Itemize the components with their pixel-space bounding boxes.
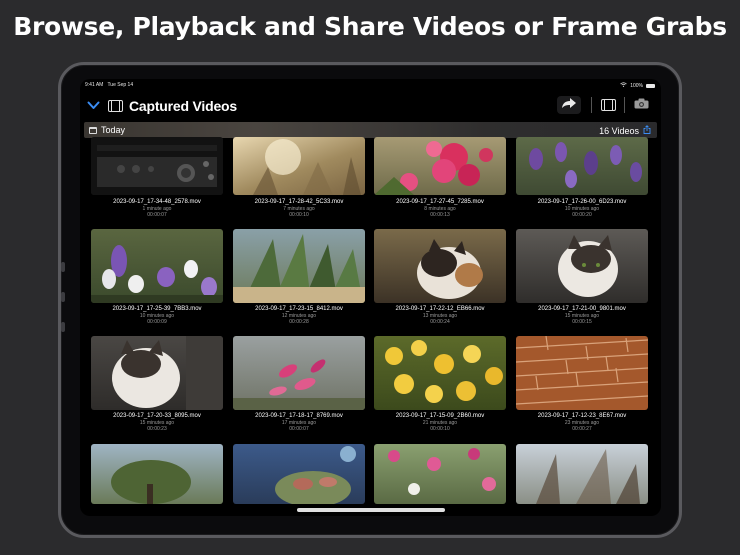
- app-screen: 9:41 AM Tue Sep 14 100% Captured Videos: [80, 79, 661, 516]
- video-filename: 2023-09-17_17-21-00_9801.mov: [538, 306, 626, 312]
- share-forward-icon: [561, 96, 577, 114]
- section-label: Today: [101, 125, 126, 135]
- video-thumbnail[interactable]: [233, 137, 365, 195]
- video-filename: 2023-09-17_17-18-17_8769.mov: [255, 413, 343, 419]
- video-thumbnail[interactable]: [516, 229, 648, 303]
- share-icon[interactable]: [643, 125, 651, 136]
- frame-grab-button[interactable]: [629, 96, 653, 114]
- section-header: Today 16 Videos: [84, 122, 657, 138]
- volume-button: [61, 292, 65, 302]
- wifi-icon: [620, 82, 627, 89]
- video-duration: 00:00:28: [289, 319, 309, 325]
- home-indicator[interactable]: [297, 508, 445, 512]
- toolbar-divider: [624, 97, 625, 113]
- list-item: 2023-09-17_17-34-48_2578.mov 1 minute ag…: [91, 199, 223, 218]
- video-filename: 2023-09-17_17-34-48_2578.mov: [113, 199, 201, 205]
- video-thumbnail[interactable]: [91, 444, 223, 504]
- video-duration: 00:00:07: [289, 426, 309, 432]
- list-item: 2023-09-17_17-12-23_8E67.mov 23 minutes …: [516, 413, 648, 432]
- video-thumbnail[interactable]: [516, 444, 648, 504]
- list-item: 2023-09-17_17-23-15_8412.mov 12 minutes …: [233, 306, 365, 325]
- toolbar-divider: [591, 97, 592, 113]
- list-item: 2023-09-17_17-18-17_8769.mov 17 minutes …: [233, 413, 365, 432]
- video-count: 16 Videos: [599, 125, 639, 136]
- list-item: 2023-09-17_17-15-09_2B60.mov 21 minutes …: [374, 413, 506, 432]
- video-thumbnail[interactable]: [91, 229, 223, 303]
- video-thumbnail[interactable]: [374, 229, 506, 303]
- video-duration: 00:00:09: [147, 319, 167, 325]
- status-bar: 9:41 AM Tue Sep 14 100%: [80, 79, 661, 91]
- video-thumbnail[interactable]: [374, 336, 506, 410]
- video-duration: 00:00:24: [430, 319, 450, 325]
- list-item: 2023-09-17_17-21-00_9801.mov 15 minutes …: [516, 306, 648, 325]
- video-thumbnail[interactable]: [91, 137, 223, 195]
- video-thumbnail[interactable]: [374, 444, 506, 504]
- video-mode-button[interactable]: [596, 96, 620, 114]
- video-duration: 00:00:20: [572, 212, 592, 218]
- volume-button: [61, 262, 65, 272]
- video-filename: 2023-09-17_17-26-00_6D23.mov: [537, 199, 627, 205]
- video-thumbnail[interactable]: [374, 137, 506, 195]
- video-duration: 00:00:10: [289, 212, 309, 218]
- share-button[interactable]: [557, 96, 581, 114]
- camera-icon: [634, 96, 649, 114]
- video-thumbnail[interactable]: [516, 336, 648, 410]
- list-item: 2023-09-17_17-22-12_EB66.mov 13 minutes …: [374, 306, 506, 325]
- volume-button: [61, 322, 65, 332]
- battery-icon: [646, 83, 655, 88]
- status-date: Tue Sep 14: [107, 82, 134, 88]
- video-thumbnail[interactable]: [233, 444, 365, 504]
- video-filename: 2023-09-17_17-15-09_2B60.mov: [395, 413, 485, 419]
- film-icon: [600, 99, 616, 111]
- video-filename: 2023-09-17_17-23-15_8412.mov: [255, 306, 343, 312]
- video-duration: 00:00:15: [572, 319, 592, 325]
- chevron-down-icon[interactable]: [87, 97, 100, 115]
- video-filename: 2023-09-17_17-28-42_5C33.mov: [254, 199, 344, 205]
- video-thumbnail[interactable]: [516, 137, 648, 195]
- video-thumbnail[interactable]: [233, 336, 365, 410]
- video-duration: 00:00:23: [147, 426, 167, 432]
- video-duration: 00:00:07: [147, 212, 167, 218]
- battery-percent: 100%: [630, 82, 643, 89]
- calendar-icon: [89, 126, 97, 134]
- video-filename: 2023-09-17_17-12-23_8E67.mov: [537, 413, 627, 419]
- video-thumbnail[interactable]: [91, 336, 223, 410]
- list-item: 2023-09-17_17-26-00_6D23.mov 10 minutes …: [516, 199, 648, 218]
- video-duration: 00:00:27: [572, 426, 592, 432]
- list-item: 2023-09-17_17-28-42_5C33.mov 7 minutes a…: [233, 199, 365, 218]
- page-title: Captured Videos: [129, 98, 237, 114]
- video-duration: 00:00:10: [430, 426, 450, 432]
- list-item: 2023-09-17_17-25-39_7BB3.mov 10 minutes …: [91, 306, 223, 325]
- video-duration: 00:00:13: [430, 212, 450, 218]
- video-filename: 2023-09-17_17-25-39_7BB3.mov: [112, 306, 202, 312]
- status-time: 9:41 AM: [85, 82, 104, 88]
- list-item: 2023-09-17_17-27-45_7285.mov 8 minutes a…: [374, 199, 506, 218]
- video-thumbnail[interactable]: [233, 229, 365, 303]
- list-item: 2023-09-17_17-20-33_8095.mov 15 minutes …: [91, 413, 223, 432]
- video-filename: 2023-09-17_17-20-33_8095.mov: [113, 413, 201, 419]
- film-icon: [108, 100, 123, 112]
- video-filename: 2023-09-17_17-27-45_7285.mov: [396, 199, 484, 205]
- navigation-bar: Captured Videos: [80, 93, 661, 119]
- video-filename: 2023-09-17_17-22-12_EB66.mov: [395, 306, 485, 312]
- video-grid: 2023-09-17_17-34-48_2578.mov 1 minute ag…: [80, 137, 661, 516]
- headline: Browse, Playback and Share Videos or Fra…: [13, 12, 727, 41]
